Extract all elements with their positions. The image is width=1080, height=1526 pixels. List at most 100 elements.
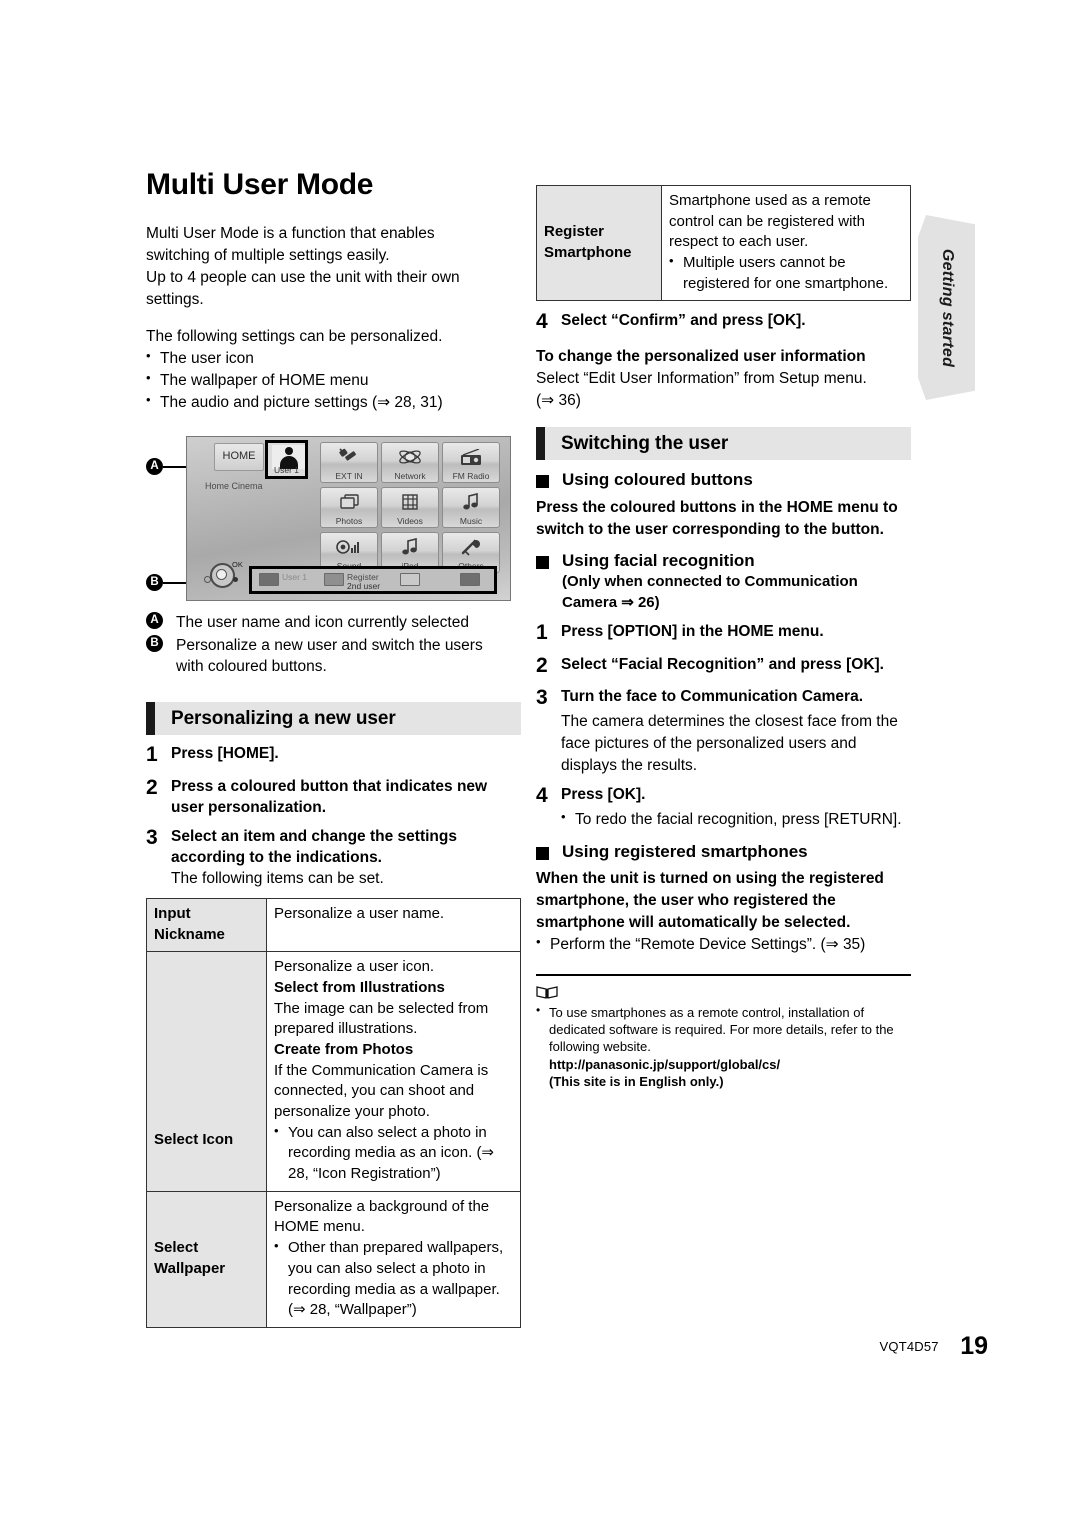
home-menu-screen: HOME User 1 Home Cinema EXT IN Network F… xyxy=(186,436,511,601)
callout-legend: A The user name and icon currently selec… xyxy=(146,612,521,678)
settings-table: Input Nickname Personalize a user name. … xyxy=(146,897,521,1328)
note-bullet: To use smartphones as a remote control, … xyxy=(536,1003,911,1090)
section-title: Switching the user xyxy=(561,432,729,454)
square-bullet-icon xyxy=(536,556,549,570)
document-code: VQT4D57 xyxy=(879,1339,939,1354)
colour-swatch-1[interactable] xyxy=(259,573,279,586)
cell-subheading: Select from Illustrations xyxy=(274,978,445,996)
step-text: Select “Facial Recognition” and press [O… xyxy=(561,655,884,673)
tile-label: FM Radio xyxy=(452,471,490,481)
table-row: Register Smartphone Smartphone used as a… xyxy=(536,184,911,302)
colour-swatch-4[interactable] xyxy=(460,573,480,586)
step-text: Press [HOME]. xyxy=(171,745,279,763)
smartphones-bullet-text: Perform the “Remote Device Settings”. (⇒… xyxy=(550,935,866,953)
step-number: 1 xyxy=(146,743,158,767)
radio-icon xyxy=(458,446,484,468)
subsection-facial-recognition: Using facial recognition (Only when conn… xyxy=(536,550,911,613)
step-number: 4 xyxy=(536,784,548,808)
book-icon xyxy=(536,985,558,999)
facial-sub-line2: Camera ⇒ 26) xyxy=(562,593,660,611)
tile-network[interactable]: Network xyxy=(381,442,439,483)
tile-fm-radio[interactable]: FM Radio xyxy=(442,442,500,483)
globe-icon xyxy=(397,446,423,468)
change-info-heading: To change the personalized user informat… xyxy=(536,348,866,366)
section-bar xyxy=(146,702,155,736)
legend-text-b: Personalize a new user and switch the us… xyxy=(163,635,483,678)
section-header-switching: Switching the user xyxy=(536,427,911,461)
tile-label: Videos xyxy=(397,516,423,526)
step-1: 1 Press [OPTION] in the HOME menu. xyxy=(536,621,911,646)
home-menu-tile-grid: EXT IN Network FM Radio Photos Videos Mu… xyxy=(320,442,502,573)
bullet-dot-icon: • xyxy=(536,933,541,949)
step-text: Press a coloured button that indicates n… xyxy=(171,777,488,816)
change-user-info-block: To change the personalized user informat… xyxy=(536,346,911,411)
tile-videos[interactable]: Videos xyxy=(381,487,439,528)
table-row: Select Wallpaper Personalize a backgroun… xyxy=(146,1190,521,1328)
colour-button-label-1: User 1 xyxy=(282,572,308,582)
control-wheel-icon: OK xyxy=(204,560,244,588)
subsection-title: Using registered smartphones xyxy=(562,841,808,861)
table-row: Select Icon Personalize a user icon. Sel… xyxy=(146,951,521,1192)
legend-text-a: The user name and icon currently selecte… xyxy=(176,614,469,631)
change-info-line-2: (⇒ 36) xyxy=(536,391,581,409)
home-button-mock[interactable]: HOME xyxy=(214,443,264,471)
intro-paragraph: Multi User Mode is a function that enabl… xyxy=(146,223,521,311)
colour-swatch-3[interactable] xyxy=(400,573,420,586)
colour-swatch-2[interactable] xyxy=(324,573,344,586)
section-title: Personalizing a new user xyxy=(171,707,396,729)
table-cell-select-icon: Personalize a user icon. Select from Ill… xyxy=(266,951,521,1192)
step-text: Select “Confirm” and press [OK]. xyxy=(561,312,806,330)
step-number: 1 xyxy=(536,620,548,644)
smartphones-bullet: • Perform the “Remote Device Settings”. … xyxy=(536,934,911,956)
cell-text: Personalize a user name. xyxy=(274,904,445,922)
step-4: 4 Press [OK]. xyxy=(536,784,911,809)
page-title: Multi User Mode xyxy=(146,168,374,201)
step-2: 2 Press a coloured button that indicates… xyxy=(146,776,521,818)
current-user-tile[interactable]: User 1 xyxy=(265,440,308,479)
step-text: Select an item and change the settings a… xyxy=(171,827,457,867)
legend-row-b: B Personalize a new user and switch the … xyxy=(146,634,521,678)
cell-bullet: Multiple users cannot be registered for … xyxy=(669,252,903,294)
facial-sub-line1: (Only when connected to Communication xyxy=(562,573,858,591)
step-number: 2 xyxy=(146,775,158,799)
ipod-note-icon xyxy=(397,536,423,558)
section-bar xyxy=(536,427,545,461)
step-4-sub: To redo the facial recognition, press [R… xyxy=(561,808,911,831)
tile-label: Music xyxy=(459,516,483,526)
step-text: Turn the face to Communication Camera. xyxy=(561,688,864,706)
intro-line-1: Multi User Mode is a function that enabl… xyxy=(146,225,435,242)
personalized-bullet-list: The user icon The wallpaper of HOME menu… xyxy=(146,347,521,414)
tile-ext-in[interactable]: EXT IN xyxy=(320,442,378,483)
step-number: 3 xyxy=(146,825,158,849)
tile-music[interactable]: Music xyxy=(442,487,500,528)
step-text: Press [OPTION] in the HOME menu. xyxy=(561,622,824,640)
table-cell-register-smartphone: Smartphone used as a remote control can … xyxy=(661,184,911,302)
legend-row-a: A The user name and icon currently selec… xyxy=(146,612,521,634)
square-bullet-icon xyxy=(536,846,549,860)
music-note-icon xyxy=(458,491,484,513)
subsection-registered-smartphones: Using registered smartphones xyxy=(536,841,911,863)
legend-badge-b: B xyxy=(146,634,163,652)
side-tab-label: Getting started xyxy=(938,248,956,367)
table-row: Input Nickname Personalize a user name. xyxy=(146,897,521,953)
home-menu-illustration: A B HOME User 1 Home Cinema EXT IN Netwo… xyxy=(146,436,521,606)
speaker-icon xyxy=(336,536,362,558)
left-column: Multi User Mode Multi User Mode is a fun… xyxy=(146,168,521,1328)
step-number: 3 xyxy=(536,686,548,710)
step-2: 2 Select “Facial Recognition” and press … xyxy=(536,654,911,679)
cell-text: Smartphone used as a remote control can … xyxy=(669,192,871,251)
cell-text: The image can be selected from prepared … xyxy=(274,999,489,1038)
note-text-line2: (This site is in English only.) xyxy=(549,1073,724,1089)
cell-bullet: You can also select a photo in recording… xyxy=(274,1122,513,1185)
tile-label: Photos xyxy=(335,516,363,526)
home-cinema-label: Home Cinema xyxy=(205,481,263,491)
coloured-buttons-body: Press the coloured buttons in the HOME m… xyxy=(536,499,898,539)
cell-text: If the Communication Camera is connected… xyxy=(274,1061,489,1121)
user-tile-label: User 1 xyxy=(273,465,300,475)
tile-photos[interactable]: Photos xyxy=(320,487,378,528)
square-bullet-icon xyxy=(536,475,549,489)
legend-text-b-line2: with coloured buttons. xyxy=(176,658,327,676)
wheel-ok-label: OK xyxy=(232,560,243,569)
step-3: 3 Select an item and change the settings… xyxy=(146,826,521,868)
table-header-select-wallpaper: Select Wallpaper xyxy=(146,1190,267,1328)
